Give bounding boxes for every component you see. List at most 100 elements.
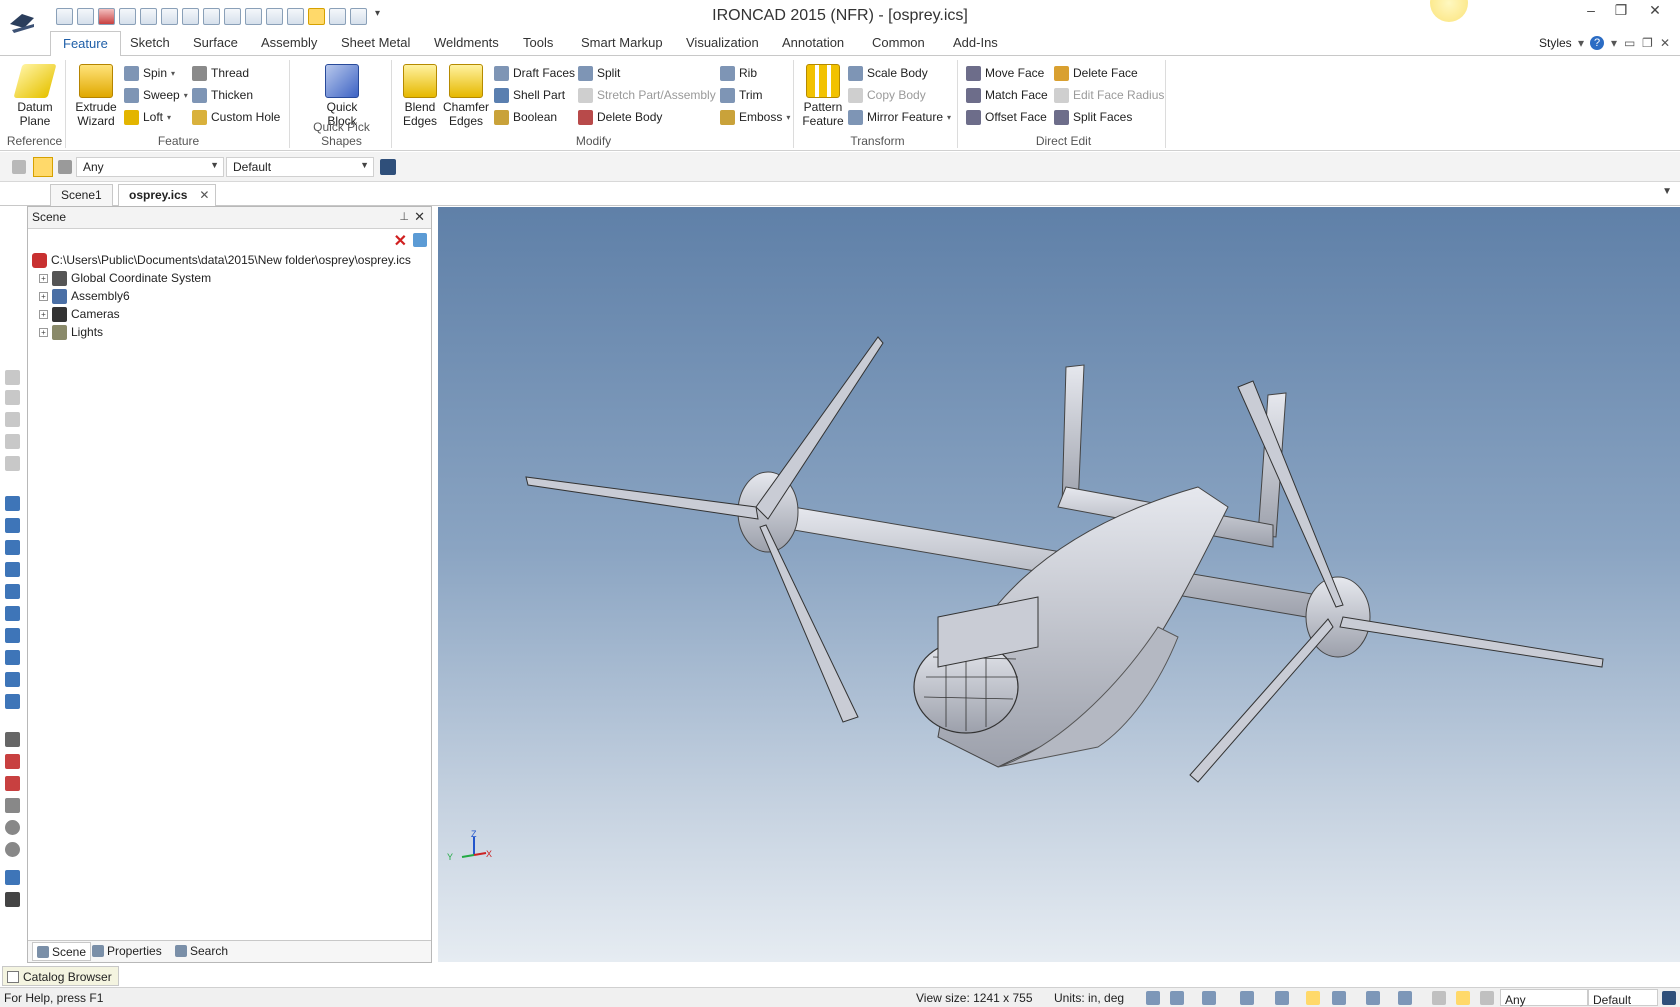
status-style-select[interactable]: Default: [1588, 989, 1658, 1007]
edit-face-radius-button[interactable]: Edit Face Radius: [1054, 86, 1164, 104]
wedge-tool-icon[interactable]: [5, 672, 20, 687]
tab-list-dropdown-icon[interactable]: ▼: [1662, 186, 1672, 197]
split-faces-button[interactable]: Split Faces: [1054, 108, 1132, 126]
spin-tool-icon[interactable]: [5, 518, 20, 533]
circle-tool-icon[interactable]: [5, 820, 20, 835]
tree-item-assembly6[interactable]: + Assembly6: [28, 287, 431, 305]
restore-button[interactable]: ❐: [1606, 2, 1636, 19]
ribbon-minimize-icon[interactable]: ▭: [1624, 36, 1635, 50]
stretch-part-assembly-button[interactable]: Stretch Part/Assembly: [578, 86, 716, 104]
no-entry-tool-icon[interactable]: [5, 842, 20, 857]
expand-icon[interactable]: +: [39, 309, 48, 319]
styles-menu[interactable]: Styles: [1539, 36, 1572, 50]
clear-icon[interactable]: ✕: [394, 231, 407, 251]
tab-annotation[interactable]: Annotation: [782, 35, 844, 50]
spin-button[interactable]: Spin ▾: [124, 64, 175, 82]
block-tool-icon[interactable]: [5, 370, 20, 385]
tree-item-lights[interactable]: + Lights: [28, 323, 431, 341]
select-parts-icon[interactable]: [12, 160, 26, 174]
tab-scene1[interactable]: Scene1: [50, 184, 113, 206]
tab-sketch[interactable]: Sketch: [130, 35, 170, 50]
zoom-icon[interactable]: [1146, 991, 1160, 1005]
sweep-tool-icon[interactable]: [5, 540, 20, 555]
tab-smart-markup[interactable]: Smart Markup: [581, 35, 663, 50]
thread-button[interactable]: Thread: [192, 64, 249, 82]
selection-filter-select[interactable]: Any ▼: [76, 157, 224, 177]
loft-tool-icon[interactable]: [5, 562, 20, 577]
expand-icon[interactable]: +: [39, 291, 48, 301]
slot-tool-icon[interactable]: [5, 584, 20, 599]
view-cube-icon[interactable]: [1202, 991, 1216, 1005]
tab-visualization[interactable]: Visualization: [686, 35, 759, 50]
tab-sheet-metal[interactable]: Sheet Metal: [341, 35, 410, 50]
tab-assembly[interactable]: Assembly: [261, 35, 317, 50]
scene-hierarchy-icon[interactable]: [380, 159, 396, 175]
cylinder-tool-icon[interactable]: [5, 390, 20, 405]
emboss-dropdown-icon[interactable]: ▾: [786, 113, 790, 122]
pattern-feature-button[interactable]: Pattern Feature: [802, 64, 844, 128]
tab-feature[interactable]: Feature: [50, 31, 121, 57]
custom-hole-button[interactable]: Custom Hole: [192, 108, 280, 126]
tree-root[interactable]: C:\Users\Public\Documents\data\2015\New …: [28, 251, 431, 269]
extrude-tool-icon[interactable]: [5, 496, 20, 511]
angle-tool-icon[interactable]: [5, 798, 20, 813]
offset-face-button[interactable]: Offset Face: [966, 108, 1047, 126]
quick-block-button[interactable]: Quick Block: [316, 64, 368, 128]
hole-tool-icon[interactable]: [5, 606, 20, 621]
delete-face-button[interactable]: Delete Face: [1054, 64, 1138, 82]
text-tool-icon[interactable]: [5, 870, 20, 885]
boolean-button[interactable]: Boolean: [494, 108, 557, 126]
sweep-button[interactable]: Sweep ▾: [124, 86, 188, 104]
mirror-dropdown-icon[interactable]: ▾: [947, 113, 951, 122]
thicken-button[interactable]: Thicken: [192, 86, 253, 104]
footer-tab-properties[interactable]: Properties: [92, 944, 162, 958]
selection-style-select[interactable]: Default ▼: [226, 157, 374, 177]
expand-icon[interactable]: +: [39, 327, 48, 337]
box-tool-icon[interactable]: [5, 628, 20, 643]
section-view-icon[interactable]: [1398, 991, 1412, 1005]
select-filter-icon[interactable]: [58, 160, 72, 174]
measure-tool-icon[interactable]: [5, 776, 20, 791]
3d-viewport[interactable]: Z X Y: [438, 207, 1680, 962]
ruler-tool-icon[interactable]: [5, 892, 20, 907]
display-mode-icon[interactable]: [1366, 991, 1380, 1005]
extrude-wizard-button[interactable]: Extrude Wizard: [70, 64, 122, 128]
tree-item-cameras[interactable]: + Cameras: [28, 305, 431, 323]
help-icon[interactable]: ?: [1590, 36, 1604, 50]
tab-osprey[interactable]: osprey.ics ✕: [118, 184, 217, 206]
osprey-model[interactable]: [438, 207, 1680, 962]
select-pointer-icon[interactable]: [33, 157, 53, 177]
tab-common[interactable]: Common: [872, 35, 925, 50]
zoom-window-icon[interactable]: [1170, 991, 1184, 1005]
footer-tab-scene[interactable]: Scene: [32, 942, 92, 961]
draft-faces-button[interactable]: Draft Faces: [494, 64, 575, 82]
tab-surface[interactable]: Surface: [193, 35, 238, 50]
close-icon[interactable]: ✕: [414, 209, 425, 225]
trim-button[interactable]: Trim: [720, 86, 763, 104]
datum-plane-button[interactable]: Datum Plane: [10, 64, 60, 128]
dimension-tool-icon[interactable]: [5, 754, 20, 769]
chamfer-edges-button[interactable]: Chamfer Edges: [442, 64, 490, 128]
loft-button[interactable]: Loft ▾: [124, 108, 171, 126]
tab-tools[interactable]: Tools: [523, 35, 553, 50]
tab-weldments[interactable]: Weldments: [434, 35, 499, 50]
select-filter-status-icon[interactable]: [1480, 991, 1494, 1005]
torus-tool-icon[interactable]: [5, 456, 20, 471]
shape-tool-icon[interactable]: [5, 694, 20, 709]
scale-body-button[interactable]: Scale Body: [848, 64, 928, 82]
shell-part-button[interactable]: Shell Part: [494, 86, 565, 104]
footer-tab-search[interactable]: Search: [175, 944, 228, 958]
split-button[interactable]: Split: [578, 64, 620, 82]
select-parts-status-icon[interactable]: [1432, 991, 1446, 1005]
loft-dropdown-icon[interactable]: ▾: [167, 113, 171, 122]
help-dropdown-icon[interactable]: ▾: [1611, 36, 1617, 50]
catalog-browser-tab[interactable]: Catalog Browser: [2, 966, 119, 986]
scene-browser-status-icon[interactable]: [1662, 991, 1676, 1005]
render-mode-icon[interactable]: [1306, 991, 1320, 1005]
filter-icon[interactable]: [413, 233, 427, 247]
pin-icon[interactable]: ⊥: [399, 210, 409, 223]
minimize-button[interactable]: –: [1576, 2, 1606, 18]
shadow-icon[interactable]: [1332, 991, 1346, 1005]
match-face-button[interactable]: Match Face: [966, 86, 1048, 104]
status-filter-select[interactable]: Any: [1500, 989, 1588, 1007]
